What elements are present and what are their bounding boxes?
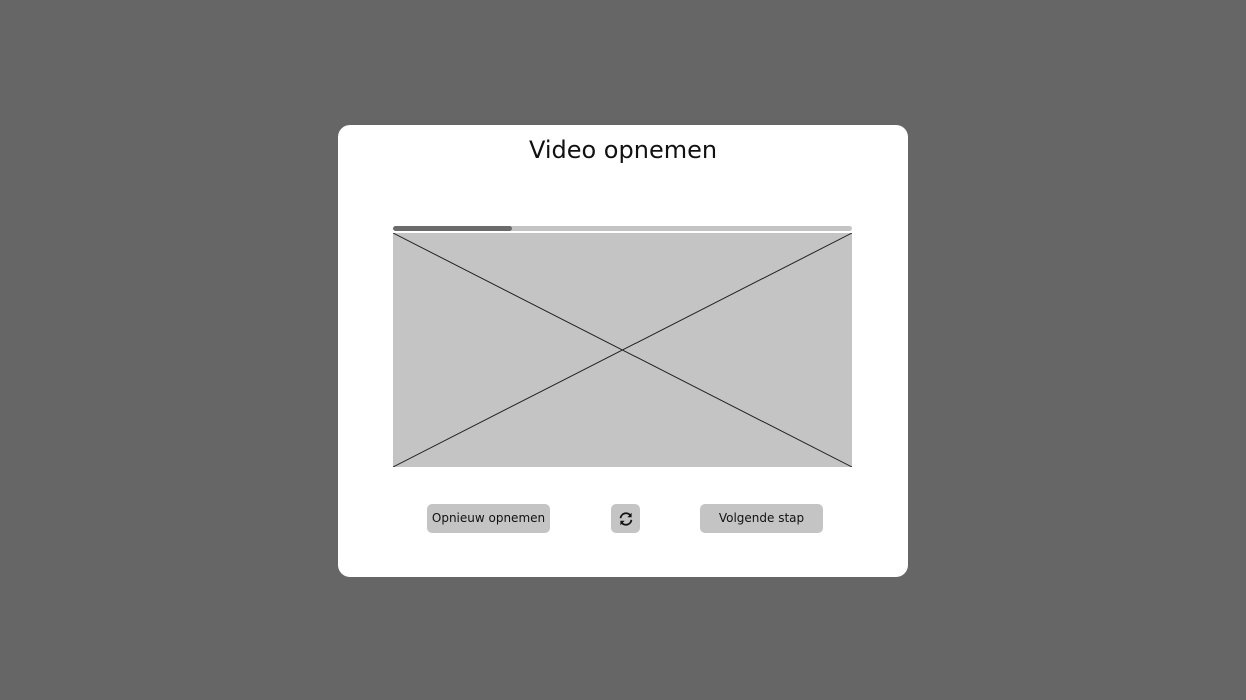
recording-progress-fill (393, 226, 513, 231)
switch-camera-button[interactable] (611, 504, 640, 533)
image-placeholder-icon (393, 233, 852, 467)
re-record-button[interactable]: Opnieuw opnemen (427, 504, 550, 533)
record-video-dialog: Video opnemen Opnieuw opnemen Volgende s… (338, 125, 908, 577)
refresh-icon (619, 511, 632, 526)
next-step-button[interactable]: Volgende stap (700, 504, 823, 533)
video-preview (393, 233, 852, 467)
recording-progress-bar (393, 226, 852, 231)
dialog-title: Video opnemen (528, 136, 718, 164)
